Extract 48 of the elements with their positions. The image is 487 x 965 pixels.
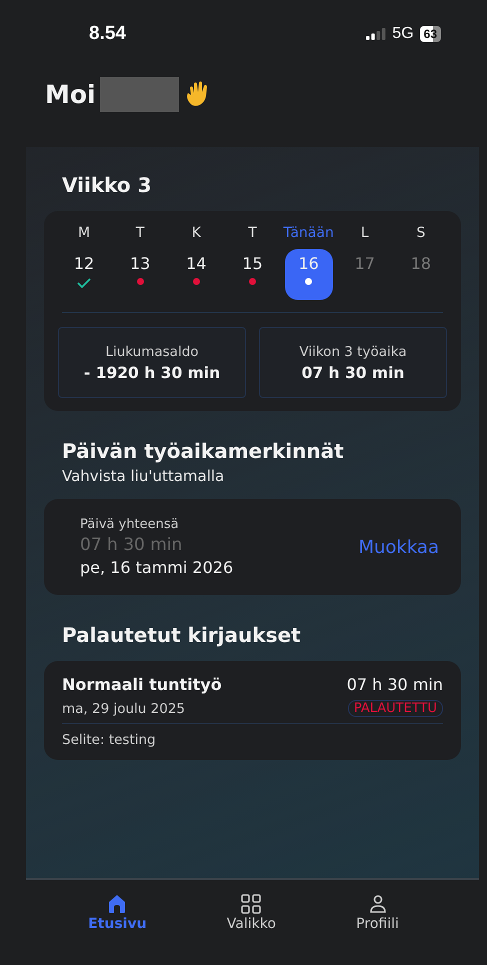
- grid-icon: [241, 894, 262, 914]
- weekday-label: K: [192, 225, 201, 241]
- signal-icon: [366, 28, 386, 40]
- battery-indicator: 63: [420, 26, 441, 42]
- section-title: Päivän työaikamerkinnät: [62, 439, 345, 463]
- nav-tab[interactable]: Etusivu: [84, 892, 151, 934]
- entry-duration: 07 h 30 min: [346, 675, 443, 694]
- summary-value: 07 h 30 min: [302, 364, 404, 382]
- day-button[interactable]: 16: [284, 249, 333, 300]
- status-dot: [136, 278, 144, 285]
- status-badge: PALAUTETTU: [348, 700, 443, 717]
- status-dot: [305, 278, 312, 285]
- total-value: 07 h 30 min: [80, 535, 184, 555]
- entry-note: Selite: testing: [62, 732, 157, 748]
- status-time: 8.54: [89, 23, 126, 45]
- status-dot: [192, 278, 200, 285]
- status-dot: [248, 278, 256, 285]
- weekday-label: T: [136, 225, 144, 241]
- date-text: pe, 16 tammi 2026: [80, 558, 234, 577]
- greeting-text: Moi: [45, 80, 96, 108]
- day-button[interactable]: 14: [172, 249, 220, 300]
- edit-button[interactable]: Muokkaa: [354, 532, 443, 562]
- section-title: Palautetut kirjaukset: [62, 623, 302, 647]
- person-icon: [368, 894, 388, 914]
- week-title: Viikko 3: [62, 173, 153, 197]
- day-button[interactable]: 13: [116, 249, 164, 300]
- day-button[interactable]: 17: [340, 249, 389, 300]
- entry-title: Normaali tuntityö: [62, 675, 222, 694]
- entry-date: ma, 29 joulu 2025: [62, 700, 185, 716]
- summary-label: Liukumasaldo: [105, 344, 199, 360]
- nav-tab[interactable]: Valikko: [222, 892, 280, 934]
- summary-value: - 1920 h 30 min: [84, 364, 220, 382]
- day-button[interactable]: 15: [228, 249, 276, 300]
- weekday-label: Tänään: [283, 225, 334, 241]
- day-button[interactable]: 12: [60, 249, 108, 300]
- network-label: 5G: [392, 25, 414, 43]
- weekday-label: T: [248, 225, 257, 241]
- nav-tab[interactable]: Profiili: [352, 892, 403, 934]
- weekday-label: L: [360, 225, 369, 241]
- weekday-label: S: [416, 225, 426, 241]
- entry-card[interactable]: Normaali tuntityö 07 h 30 min ma, 29 joulu 2025 PALAUTETTU Selite: testing: [44, 661, 461, 760]
- total-label: Päivä yhteensä: [80, 517, 180, 532]
- day-button[interactable]: 18: [396, 249, 445, 300]
- weekday-label: M: [78, 225, 90, 241]
- summary-label: Viikon 3 työaika: [299, 344, 407, 360]
- check-icon: [77, 278, 91, 288]
- home-icon: [107, 894, 128, 914]
- section-subtitle: Vahvista liu'uttamalla: [62, 467, 226, 485]
